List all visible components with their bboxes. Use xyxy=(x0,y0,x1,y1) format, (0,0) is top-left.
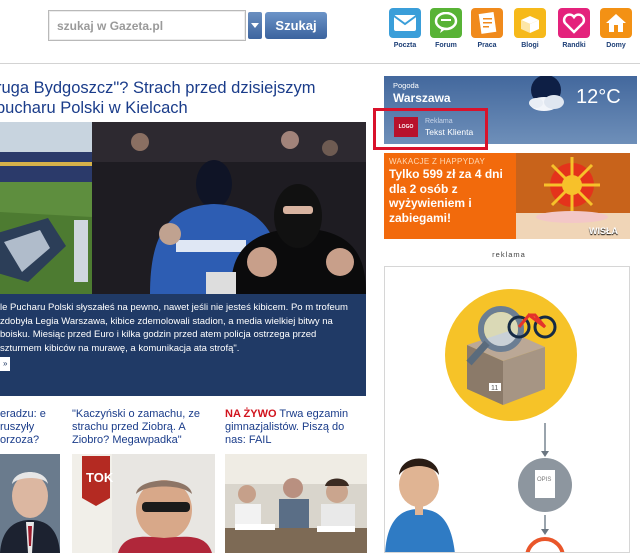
ad-label: reklama xyxy=(492,250,526,259)
promo-banner[interactable]: WAKACJE Z HAPPYDAY Tylko 599 zł za 4 dni… xyxy=(384,153,630,239)
search-button[interactable]: Szukaj xyxy=(265,12,327,39)
main-story-caption: le Pucharu Polski słyszałeś na pewno, na… xyxy=(0,294,366,396)
main-story-photo[interactable] xyxy=(0,122,366,294)
header: Szukaj Poczta Forum Praca Blogi Randki D xyxy=(0,0,640,64)
story-link[interactable]: eradzu: e ruszyły orzoza? xyxy=(0,408,60,447)
speech-bubble-icon xyxy=(430,8,462,38)
search-input[interactable] xyxy=(48,10,246,41)
story-text: eradzu: e ruszyły orzoza? xyxy=(0,408,46,446)
service-poczta[interactable]: Poczta xyxy=(386,8,424,56)
live-badge: NA ŻYWO xyxy=(225,408,277,420)
moon-cloud-icon xyxy=(529,76,564,111)
promo-tag: WISŁA xyxy=(589,226,618,236)
story-thumbnail[interactable] xyxy=(0,454,60,553)
heart-icon xyxy=(558,8,590,38)
weather-temperature: 12°C xyxy=(576,86,621,108)
promo-text: Tylko 599 zł za 4 dni dla 2 osób z wyżyw… xyxy=(389,167,503,225)
service-label: Domy xyxy=(606,42,626,49)
service-praca[interactable]: Praca xyxy=(468,8,506,56)
service-label: Randki xyxy=(562,42,586,49)
service-domy[interactable]: Domy xyxy=(597,8,635,56)
service-forum[interactable]: Forum xyxy=(427,8,465,56)
document-icon xyxy=(471,8,503,38)
story-thumbnail[interactable] xyxy=(225,454,367,553)
search-scope-dropdown[interactable] xyxy=(248,12,262,39)
svg-text:TOK: TOK xyxy=(86,470,114,485)
ad-doc-label: OPIS xyxy=(537,477,551,483)
caption-text: le Pucharu Polski słyszałeś na pewno, na… xyxy=(0,302,348,354)
service-blogi[interactable]: Blogi xyxy=(511,8,549,56)
mail-icon xyxy=(389,8,421,38)
promo-kicker: WAKACJE Z HAPPYDAY xyxy=(389,157,486,166)
service-label: Poczta xyxy=(393,42,417,49)
highlight-frame xyxy=(373,108,488,150)
story-link[interactable]: NA ŻYWO Trwa egzamin gimnazjalistów. Pis… xyxy=(225,408,365,447)
story-link[interactable]: "Kaczyński o zamachu, ze strachu przed Z… xyxy=(72,408,216,447)
more-link[interactable]: » xyxy=(0,357,11,371)
headline-link[interactable]: ruga Bydgoszcz"? Strach przed dzisiejszy… xyxy=(0,78,368,118)
ad-banner[interactable]: 11 OPIS xyxy=(384,266,630,553)
service-label: Forum xyxy=(435,42,457,49)
weather-city: Warszawa xyxy=(393,91,451,105)
box-icon xyxy=(514,8,546,38)
chevron-down-icon xyxy=(251,23,259,28)
ad-box-number: 11 xyxy=(491,385,498,392)
house-icon xyxy=(600,8,632,38)
service-label: Praca xyxy=(477,42,497,49)
story-thumbnail[interactable]: TOK xyxy=(72,454,215,553)
weather-label: Pogoda xyxy=(393,81,419,90)
story-text: "Kaczyński o zamachu, ze strachu przed Z… xyxy=(72,408,201,446)
service-randki[interactable]: Randki xyxy=(555,8,593,56)
service-label: Blogi xyxy=(521,42,539,49)
